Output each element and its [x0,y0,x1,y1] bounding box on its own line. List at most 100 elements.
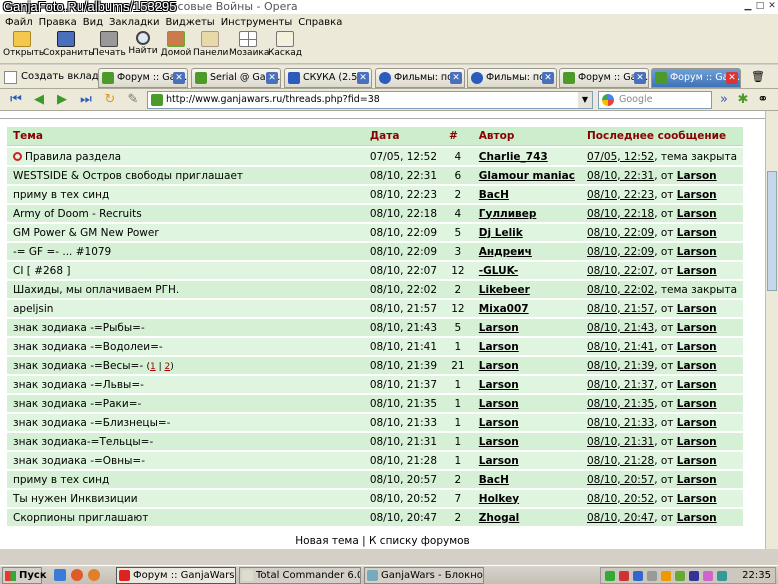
trash-icon[interactable]: 🗑 [750,69,766,85]
menu-bookmarks[interactable]: Закладки [108,17,165,28]
last-message-author[interactable]: Larson [677,341,717,353]
last-message-date[interactable]: 08/10, 21:41 [587,341,654,353]
minimize-button[interactable]: ▁ [743,1,753,11]
new-topic-link[interactable]: Новая тема [295,535,359,547]
url-field[interactable]: http://www.ganjawars.ru/threads.php?fid=… [147,91,593,109]
thread-title[interactable]: знак зодиака -=Овны=- [13,455,145,467]
reload-icon[interactable]: ↻ [102,92,118,108]
last-message-author[interactable]: Larson [677,208,717,220]
last-message-date[interactable]: 08/10, 20:47 [587,512,654,524]
last-message-date[interactable]: 08/10, 22:31 [587,170,654,182]
author-link[interactable]: -GLUK- [479,265,518,277]
author-link[interactable]: Larson [479,322,519,334]
vertical-scrollbar[interactable] [765,111,778,549]
last-message-date[interactable]: 08/10, 21:39 [587,360,654,372]
scrollbar-thumb[interactable] [767,171,777,291]
author-link[interactable]: Андреич [479,246,532,258]
last-message-author[interactable]: Larson [677,455,717,467]
panels-button[interactable]: Панели [193,31,228,63]
cascade-button[interactable]: Каскад [268,31,302,63]
thread-title[interactable]: Скорпионы приглашают [13,512,148,524]
tab-2[interactable]: Serial @ Ganj... ✕ [191,68,281,88]
author-link[interactable]: Holkey [479,493,519,505]
menu-help[interactable]: Справка [297,17,347,28]
thread-title[interactable]: CI [ #268 ] [13,265,70,277]
tab-3[interactable]: СКУКА (2.5) ✕ [284,68,372,88]
edit-icon[interactable]: ✎ [125,92,141,108]
last-message-date[interactable]: 07/05, 12:52 [587,151,654,163]
close-tab-icon[interactable]: ✕ [173,72,185,84]
last-message-author[interactable]: Larson [677,360,717,372]
author-link[interactable]: Dj Lelik [479,227,523,239]
tab-1[interactable]: Форум :: Ganj... ✕ [98,68,188,88]
start-button[interactable]: Пуск [2,567,47,584]
author-link[interactable]: Glamour maniac [479,170,575,182]
last-message-date[interactable]: 08/10, 21:28 [587,455,654,467]
author-link[interactable]: Likebeer [479,284,530,296]
find-button[interactable]: Найти [128,31,158,63]
tray-icon[interactable] [605,571,615,581]
thread-title[interactable]: знак зодиака -=Львы=- [13,379,144,391]
firefox-quick-icon[interactable] [88,569,100,581]
author-link[interactable]: Гулливер [479,208,537,220]
close-tab-icon[interactable]: ✕ [542,72,554,84]
menu-edit[interactable]: Правка [38,17,82,28]
close-tab-icon[interactable]: ✕ [634,72,646,84]
last-message-author[interactable]: Larson [677,379,717,391]
tray-icon[interactable] [633,571,643,581]
glasses-icon[interactable]: ⚭ [755,92,771,108]
thread-title[interactable]: знак зодиака -=Водолеи=- [13,341,163,353]
author-link[interactable]: Larson [479,436,519,448]
menu-widgets[interactable]: Виджеты [165,17,220,28]
tab-7-active[interactable]: Форум :: Ganj... ✕ [651,68,741,88]
new-tab-button[interactable]: Создать вкладку [4,68,111,86]
last-message-date[interactable]: 08/10, 22:02 [587,284,654,296]
author-link[interactable]: Larson [479,417,519,429]
last-message-date[interactable]: 08/10, 21:35 [587,398,654,410]
tray-icon[interactable] [675,571,685,581]
thread-title[interactable]: приму в тех синд [13,189,109,201]
last-message-author[interactable]: Larson [677,436,717,448]
last-message-date[interactable]: 08/10, 21:43 [587,322,654,334]
last-message-author[interactable]: Larson [677,189,717,201]
author-link[interactable]: Larson [479,455,519,467]
cannabis-icon[interactable]: ✱ [735,92,751,108]
last-message-author[interactable]: Larson [677,265,717,277]
author-link[interactable]: Charlie_743 [479,151,548,163]
opera-quick-icon[interactable] [71,569,83,581]
tray-icon[interactable] [703,571,713,581]
author-link[interactable]: Mixa007 [479,303,529,315]
last-message-author[interactable]: Larson [677,398,717,410]
thread-title[interactable]: Ты нужен Инквизиции [13,493,138,505]
author-link[interactable]: Larson [479,341,519,353]
close-tab-icon[interactable]: ✕ [357,72,369,84]
tab-6[interactable]: Форум :: Ganj... ✕ [559,68,649,88]
last-message-date[interactable]: 08/10, 21:57 [587,303,654,315]
menu-view[interactable]: Вид [82,17,108,28]
last-message-author[interactable]: Larson [677,303,717,315]
thread-title[interactable]: Правила раздела [25,151,121,163]
thread-title[interactable]: знак зодиака -=Рыбы=- [13,322,145,334]
back-icon[interactable]: ◀ [31,92,47,108]
thread-title[interactable]: WESTSIDE & Остров свободы приглашает [13,170,243,182]
author-link[interactable]: Larson [479,398,519,410]
author-link[interactable]: Larson [479,360,519,372]
fast-forward-icon[interactable]: ⏭ [78,92,94,108]
tab-5[interactable]: Фильмы: по... ✕ [467,68,557,88]
last-message-author[interactable]: Larson [677,474,717,486]
author-link[interactable]: Larson [479,379,519,391]
author-link[interactable]: BacH [479,189,509,201]
thread-title[interactable]: Шахиды, мы оплачиваем РГН. [13,284,179,296]
thread-title[interactable]: знак зодиака -=Близнецы=- [13,417,170,429]
page-link[interactable]: 2 [164,362,170,372]
last-message-date[interactable]: 08/10, 20:57 [587,474,654,486]
tray-icon[interactable] [661,571,671,581]
thread-title[interactable]: GM Power & GM New Power [13,227,159,239]
last-message-date[interactable]: 08/10, 21:37 [587,379,654,391]
menu-file[interactable]: Файл [4,17,38,28]
tile-button[interactable]: Мозаика [229,31,269,63]
forum-list-link[interactable]: К списку форумов [369,535,470,547]
save-button[interactable]: Сохранить [43,31,94,63]
thread-title[interactable]: знак зодиака -=Весы=- [13,360,143,372]
last-message-author[interactable]: Larson [677,322,717,334]
